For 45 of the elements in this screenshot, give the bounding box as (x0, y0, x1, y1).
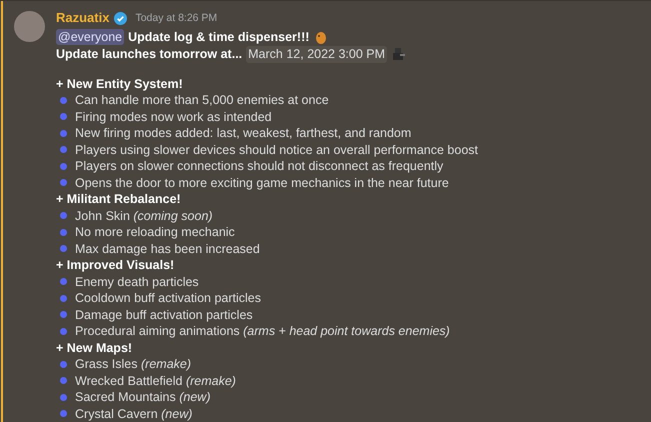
list-item-text: Grass Isles (remake) (75, 356, 192, 372)
list-item-text: John Skin (coming soon) (75, 208, 213, 224)
author-name[interactable]: Razuatix (56, 10, 110, 26)
bullet-icon (60, 245, 67, 252)
bullet-icon (60, 96, 67, 104)
list-item-text: Firing modes now work as intended (75, 108, 272, 125)
mention-tag[interactable]: @everyone (56, 28, 124, 45)
bullet-icon (60, 212, 67, 220)
section-heading: + Improved Visuals! (56, 257, 176, 274)
bullet-icon (60, 394, 67, 401)
message-title: Update log & time dispenser!!! (128, 28, 310, 45)
bullet-icon (60, 113, 67, 120)
list-item-text: Crystal Cavern (new) (75, 406, 192, 422)
section-heading: + Militant Rebalance! (56, 191, 182, 208)
list-item-text: Opens the door to more exciting game mechanics in the near future (75, 174, 449, 191)
list-item-text: Can handle more than 5,000 enemies at once (75, 92, 329, 108)
list-item-text: Damage buff activation particles (75, 306, 253, 323)
bullet-icon (60, 146, 67, 154)
bullet-icon (60, 311, 67, 318)
bullet-icon (60, 328, 67, 335)
bullet-icon (60, 278, 67, 286)
bullet-icon (60, 410, 67, 418)
list-item-text: Players on slower connections should not disconnect as frequently (75, 158, 444, 174)
bullet-icon (60, 377, 67, 384)
list-item-text: Players using slower devices should notice an overall performance boost (75, 142, 478, 158)
bullet-icon (60, 179, 67, 186)
launch-timestamp: March 12, 2022 3:00 PM (246, 46, 388, 62)
list-item-text: Wrecked Battlefield (remake) (75, 372, 236, 389)
section-heading: + New Entity System! (56, 76, 184, 92)
list-item-text: Cooldown buff activation particles (75, 290, 261, 306)
bullet-icon (60, 360, 67, 368)
bullet-icon (60, 162, 67, 170)
bullet-icon (60, 130, 67, 137)
list-item-text: Procedural aiming animations (arms + head point towards enemies) (75, 323, 450, 340)
bullet-icon (60, 294, 67, 302)
section-heading: + New Maps! (56, 340, 134, 356)
list-item-text: New firing modes added: last, weakest, farthest, and random (75, 125, 412, 142)
list-item-text: Max damage has been increased (75, 240, 260, 257)
list-item-text: No more reloading mechanic (75, 224, 235, 240)
bullet-icon (60, 228, 67, 236)
list-item-text: Enemy death particles (75, 274, 199, 290)
launch-text: Update launches tomorrow at... (56, 46, 242, 62)
timestamp: Today at 8:26 PM (135, 11, 218, 26)
list-item-text: Sacred Mountains (new) (75, 389, 210, 406)
avatar[interactable] (14, 11, 45, 42)
